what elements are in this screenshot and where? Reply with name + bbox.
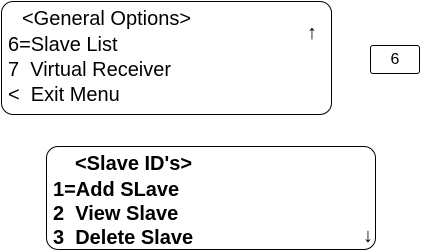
menu-item-delete-slave: 3 Delete Slave (53, 227, 194, 249)
menu-title: <General Options> (22, 8, 191, 30)
general-options-screen: <General Options> 6=Slave List 7 Virtual… (1, 1, 332, 115)
menu-item-exit-menu: < Exit Menu (8, 84, 120, 106)
scroll-down-icon: ↓ (363, 225, 373, 247)
menu-item-virtual-receiver: 7 Virtual Receiver (8, 59, 172, 81)
menu-item-add-slave: 1=Add SLave (53, 179, 180, 201)
menu-title: <Slave ID's> (75, 153, 193, 175)
scroll-up-icon: ↑ (307, 22, 317, 44)
menu-item-slave-list: 6=Slave List (8, 34, 118, 56)
slave-ids-screen: <Slave ID's> 1=Add SLave 2 View Slave 3 … (46, 146, 376, 250)
key-6-button[interactable]: 6 (370, 45, 420, 74)
menu-item-view-slave: 2 View Slave (53, 203, 179, 225)
